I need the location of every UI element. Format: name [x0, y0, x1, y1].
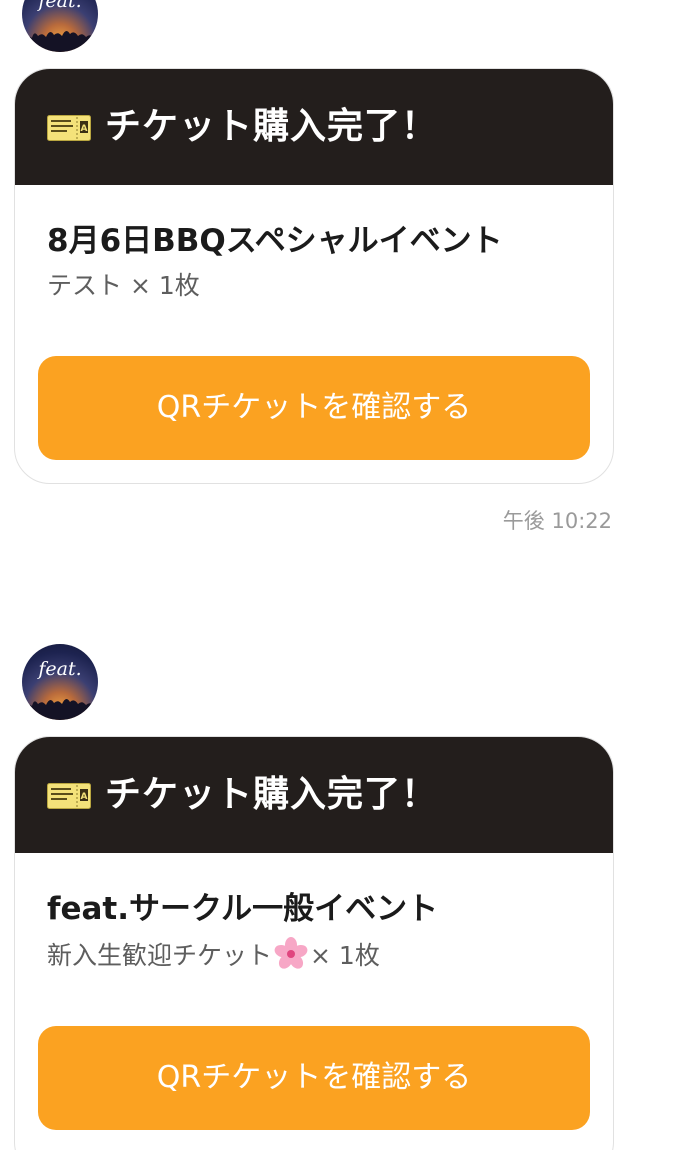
svg-text:A: A — [81, 124, 88, 134]
avatar-brand-text: feat. — [38, 0, 82, 12]
sender-avatar[interactable]: feat. — [22, 644, 98, 720]
ticket-name: 新入生歓迎チケット — [47, 941, 273, 970]
event-name: feat.サークル一般イベント — [47, 891, 439, 927]
message-timestamp: 午後 10:22 — [502, 509, 612, 533]
sender-avatar[interactable]: feat. — [22, 0, 98, 52]
view-qr-ticket-button[interactable]: QRチケットを確認する — [38, 1026, 590, 1130]
ticket-quantity: × 1枚 — [310, 941, 380, 970]
svg-text:A: A — [81, 792, 88, 802]
ticket-icon: A — [47, 783, 91, 809]
event-name: 8月6日BBQスペシャルイベント — [47, 223, 503, 259]
avatar-brand-text: feat. — [38, 658, 82, 680]
card-title: チケット購入完了！ — [105, 774, 439, 815]
card-title: チケット購入完了！ — [105, 106, 439, 147]
chat-screen: feat. A チケット購入完了！ 8月6日BBQスペシャルイベント テスト ×… — [0, 0, 674, 1150]
card-header: A チケット購入完了！ — [15, 69, 613, 185]
ticket-detail: テスト × 1枚 — [47, 271, 200, 300]
card-header: A チケット購入完了！ — [15, 737, 613, 853]
avatar-crowd-silhouette — [22, 30, 98, 52]
ticket-icon: A — [47, 115, 91, 141]
ticket-message-card: A チケット購入完了！ feat.サークル一般イベント 新入生歓迎チケット × … — [14, 736, 614, 1150]
ticket-detail: 新入生歓迎チケット × 1枚 — [47, 937, 380, 973]
view-qr-ticket-button[interactable]: QRチケットを確認する — [38, 356, 590, 460]
cherry-blossom-icon — [274, 937, 308, 969]
ticket-message-card: A チケット購入完了！ 8月6日BBQスペシャルイベント テスト × 1枚 QR… — [14, 68, 614, 484]
avatar-crowd-silhouette — [22, 698, 98, 720]
